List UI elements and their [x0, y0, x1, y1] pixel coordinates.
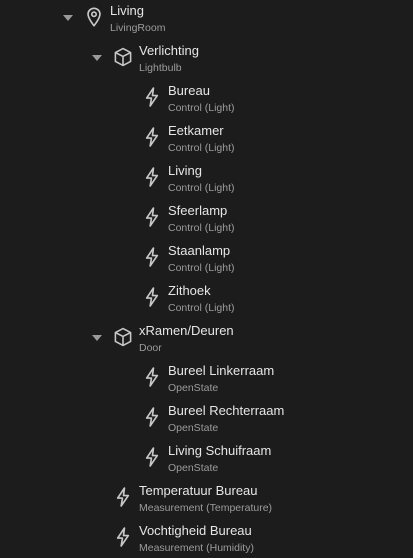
- tree-item-type: Control (Light): [168, 302, 235, 314]
- tree-item-type: Measurement (Humidity): [139, 542, 254, 554]
- tree-item-label: Living: [110, 3, 144, 18]
- tree-item-label: Verlichting: [139, 43, 199, 58]
- lightning-icon: [141, 286, 163, 308]
- cube-icon: [112, 46, 134, 68]
- tree-item-type: Measurement (Temperature): [139, 502, 273, 514]
- tree-item[interactable]: Living Schuifraam OpenState: [0, 443, 413, 484]
- lightning-icon: [141, 126, 163, 148]
- lightning-icon: [141, 86, 163, 108]
- tree-item[interactable]: Bureel Rechterraam OpenState: [0, 403, 413, 444]
- tree-item-type: Control (Light): [168, 262, 235, 274]
- tree-item[interactable]: xRamen/Deuren Door: [0, 323, 413, 364]
- chevron-down-icon[interactable]: [60, 10, 76, 26]
- lightning-icon: [112, 526, 134, 548]
- lightning-icon: [141, 366, 163, 388]
- tree-item-type: Control (Light): [168, 142, 235, 154]
- tree-item[interactable]: Verlichting Lightbulb: [0, 43, 413, 84]
- tree-item-label: Bureel Rechterraam: [168, 403, 285, 418]
- tree-item-label: Temperatuur Bureau: [139, 483, 258, 498]
- location-pin-icon: [83, 6, 105, 28]
- lightning-icon: [141, 246, 163, 268]
- tree-item-type: Control (Light): [168, 102, 235, 114]
- tree-item-type: OpenState: [168, 422, 219, 434]
- tree-item-label: Vochtigheid Bureau: [139, 523, 252, 538]
- tree-item-label: xRamen/Deuren: [139, 323, 234, 338]
- tree-item-label: Sfeerlamp: [168, 203, 228, 218]
- tree-item-label: Staanlamp: [168, 243, 231, 258]
- tree-item[interactable]: Staanlamp Control (Light): [0, 243, 413, 284]
- tree-item-label: Living Schuifraam: [168, 443, 272, 458]
- tree-item-type: Control (Light): [168, 222, 235, 234]
- tree-item-type: OpenState: [168, 382, 219, 394]
- tree-item-label: Zithoek: [168, 283, 211, 298]
- tree-item[interactable]: Temperatuur Bureau Measurement (Temperatu…: [0, 483, 413, 524]
- tree-item-label: Bureau: [168, 83, 210, 98]
- tree-item[interactable]: Eetkamer Control (Light): [0, 123, 413, 164]
- tree-item[interactable]: Bureau Control (Light): [0, 83, 413, 124]
- tree-item-type: LivingRoom: [110, 22, 166, 34]
- lightning-icon: [141, 206, 163, 228]
- tree-item-type: Lightbulb: [139, 62, 182, 74]
- chevron-down-icon[interactable]: [89, 50, 105, 66]
- tree-item-label: Eetkamer: [168, 123, 224, 138]
- cube-icon: [112, 326, 134, 348]
- tree-item-label: Living: [168, 163, 202, 178]
- tree-item-type: Door: [139, 342, 162, 354]
- tree-item[interactable]: Living LivingRoom: [0, 3, 413, 44]
- lightning-icon: [141, 406, 163, 428]
- lightning-icon: [141, 446, 163, 468]
- chevron-down-icon[interactable]: [89, 330, 105, 346]
- semantic-model-tree: Living LivingRoom Verlichting Lightbulb Bure…: [0, 0, 413, 558]
- tree-item-type: Control (Light): [168, 182, 235, 194]
- tree-item[interactable]: Bureel Linkerraam OpenState: [0, 363, 413, 404]
- tree-item[interactable]: Sfeerlamp Control (Light): [0, 203, 413, 244]
- tree-item[interactable]: Vochtigheid Bureau Measurement (Humidity): [0, 523, 413, 558]
- lightning-icon: [141, 166, 163, 188]
- tree-item[interactable]: Living Control (Light): [0, 163, 413, 204]
- tree-item-label: Bureel Linkerraam: [168, 363, 275, 378]
- lightning-icon: [112, 486, 134, 508]
- tree-item[interactable]: Zithoek Control (Light): [0, 283, 413, 324]
- tree-item-type: OpenState: [168, 462, 219, 474]
